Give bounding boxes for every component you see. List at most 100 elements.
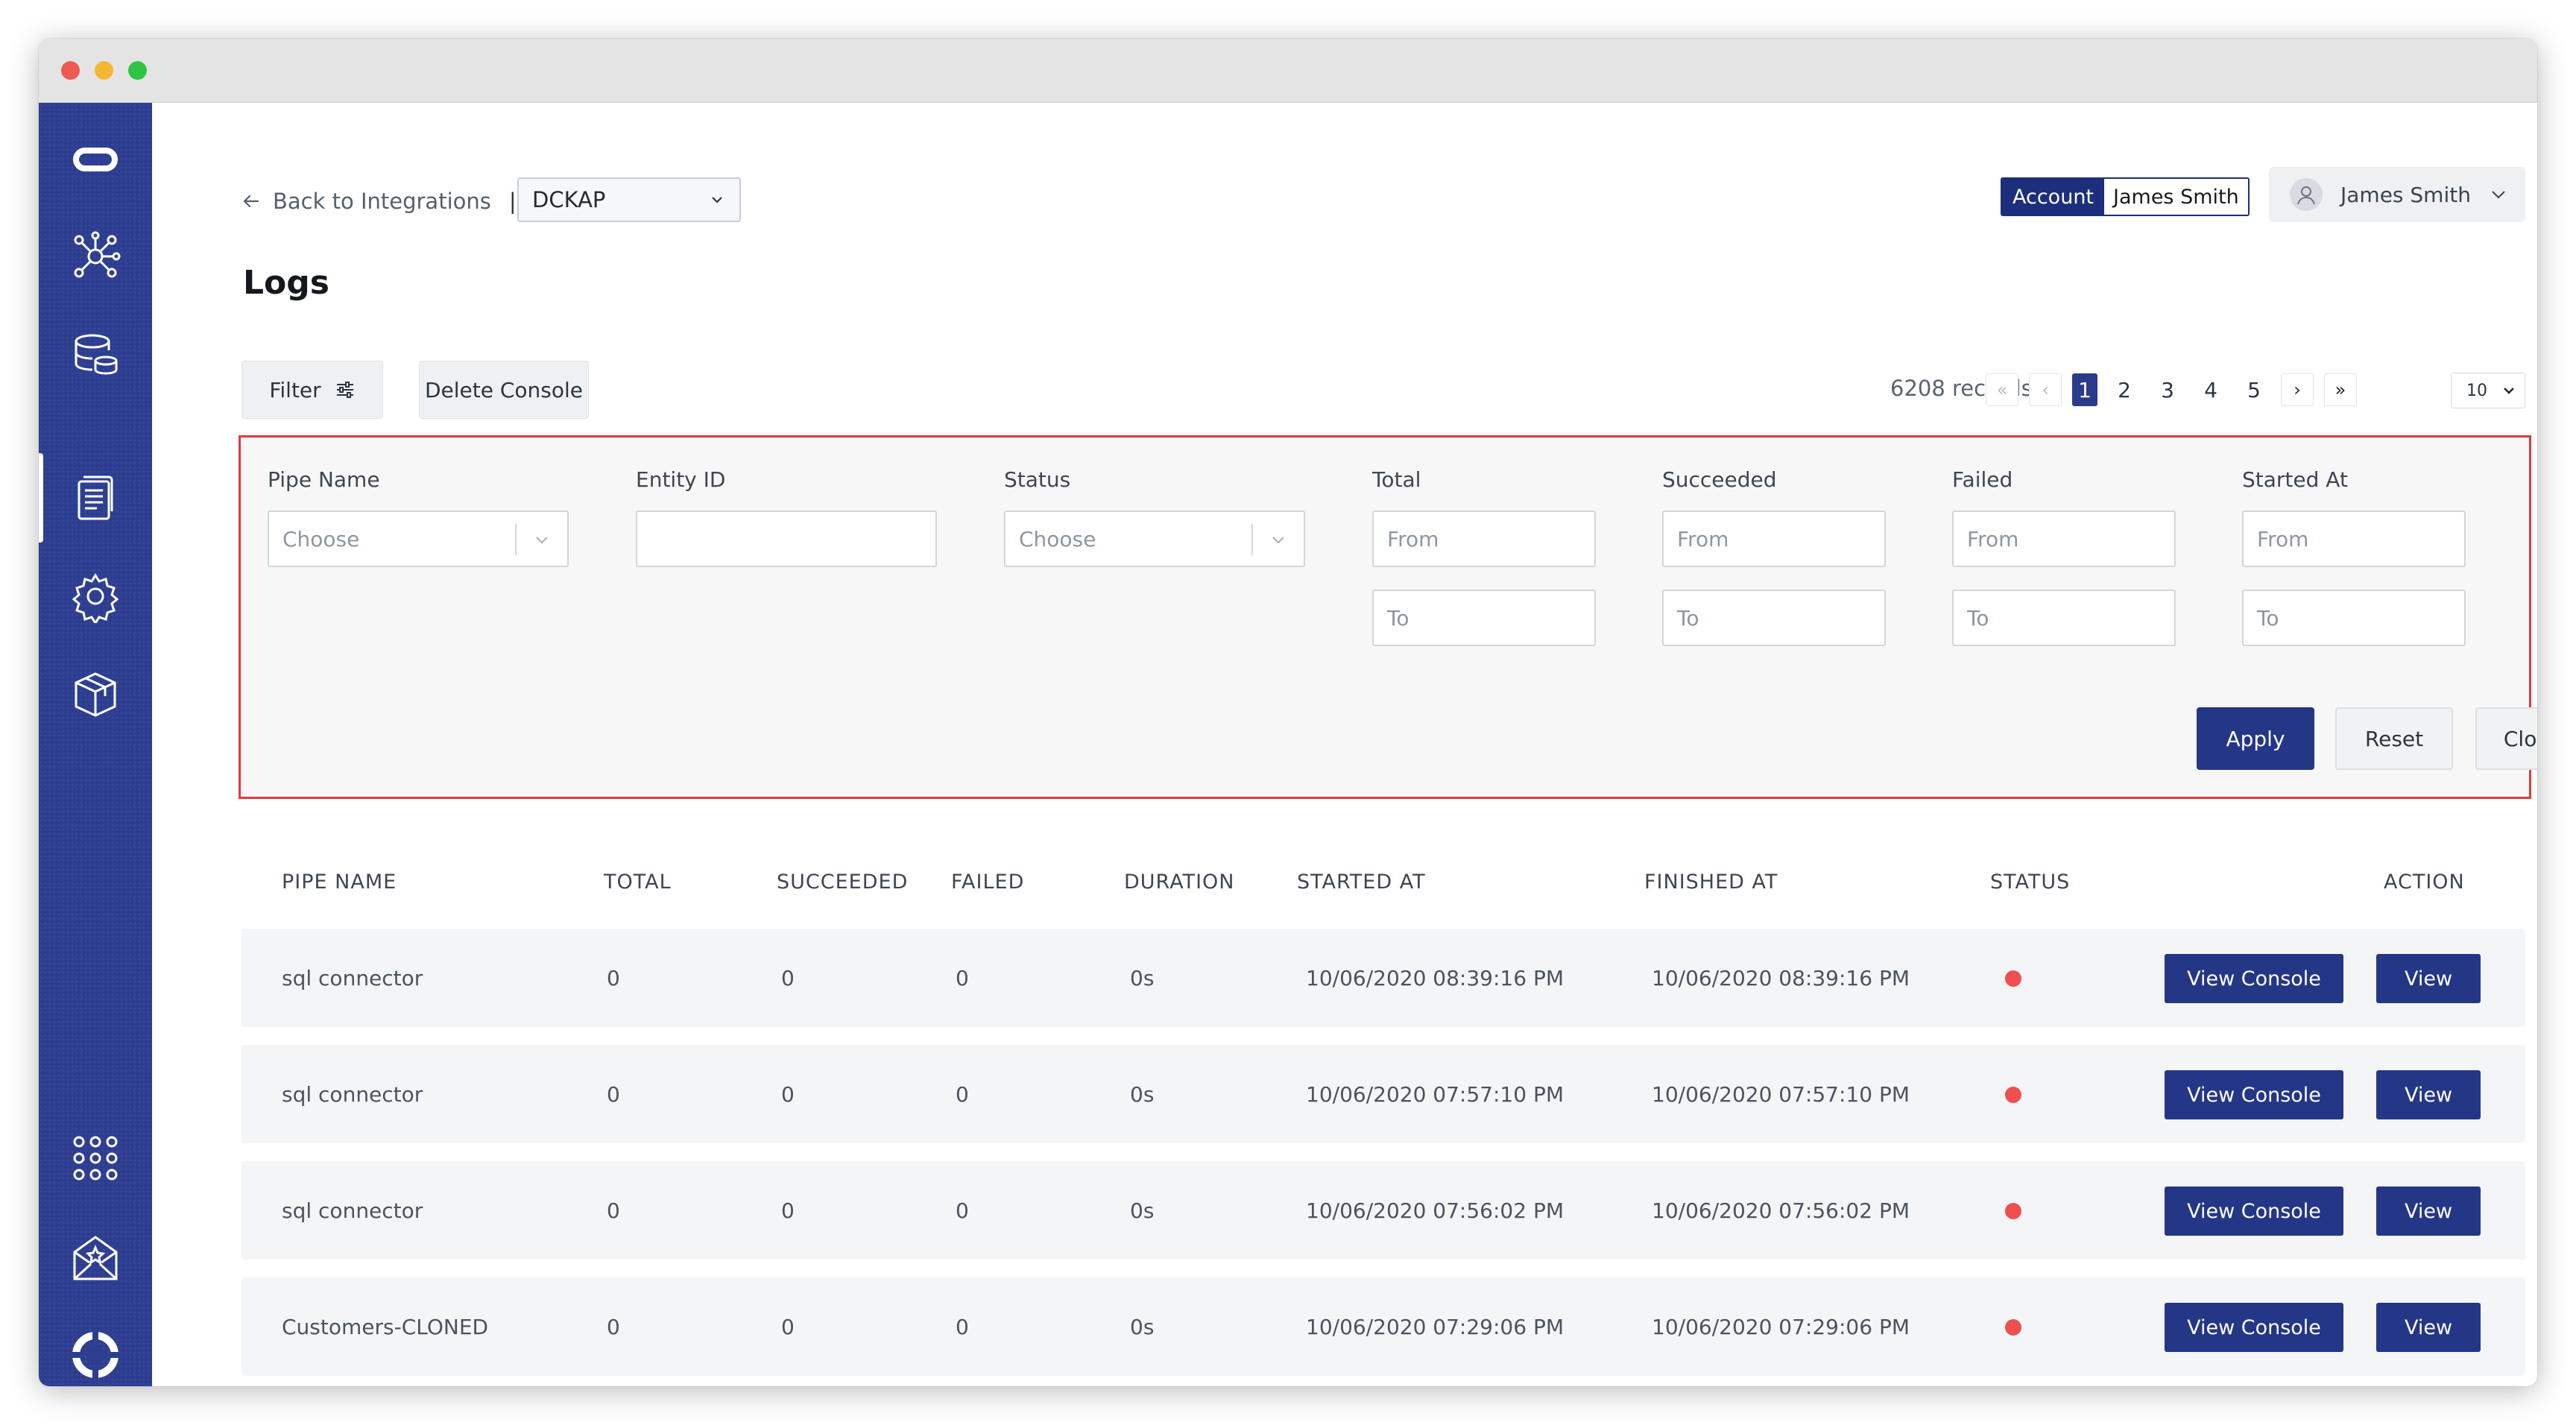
- back-link-label: Back to Integrations: [273, 189, 491, 214]
- next-page-button[interactable]: ›: [2281, 373, 2314, 406]
- total-to-input[interactable]: To: [1372, 590, 1596, 646]
- arrow-left-icon: [243, 195, 259, 208]
- failed-to-input[interactable]: To: [1952, 590, 2176, 646]
- select-divider: [1251, 524, 1253, 555]
- integration-select-value: DCKAP: [532, 187, 606, 212]
- table-row: Customers-CLONED 0 0 0 0s 10/06/2020 07:…: [242, 1277, 2525, 1376]
- col-succeeded: SUCCEEDED: [777, 871, 909, 894]
- user-menu[interactable]: James Smith: [2269, 167, 2525, 222]
- sidebar-active-indicator: [39, 453, 43, 543]
- cell-finished-at: 10/06/2020 08:39:16 PM: [1652, 966, 1910, 990]
- view-console-button[interactable]: View Console: [2165, 954, 2343, 1003]
- succeeded-from-input[interactable]: From: [1662, 511, 1886, 567]
- cell-pipe-name: sql connector: [282, 1198, 423, 1223]
- page-3-button[interactable]: 3: [2151, 373, 2184, 406]
- cell-finished-at: 10/06/2020 07:56:02 PM: [1652, 1198, 1910, 1223]
- view-button[interactable]: View: [2376, 1303, 2481, 1352]
- chevron-down-icon: [712, 197, 722, 203]
- database-icon[interactable]: [69, 328, 122, 382]
- select-divider: [515, 524, 517, 555]
- minimize-window-button[interactable]: [95, 61, 113, 80]
- close-filter-button[interactable]: Close: [2475, 707, 2537, 770]
- failed-from-input[interactable]: From: [1952, 511, 2176, 567]
- table-row: sql connector 0 0 0 0s 10/06/2020 08:39:…: [242, 929, 2525, 1027]
- cell-finished-at: 10/06/2020 07:57:10 PM: [1652, 1082, 1910, 1107]
- cell-finished-at: 10/06/2020 07:29:06 PM: [1652, 1315, 1910, 1339]
- apply-button[interactable]: Apply: [2197, 707, 2314, 770]
- total-from-input[interactable]: From: [1372, 511, 1596, 567]
- succeeded-to-input[interactable]: To: [1662, 590, 1886, 646]
- settings-icon[interactable]: [69, 569, 122, 623]
- view-console-button[interactable]: View Console: [2165, 1070, 2343, 1119]
- table-row: sql connector 0 0 0 0s 10/06/2020 07:56:…: [242, 1161, 2525, 1260]
- col-duration: DURATION: [1124, 871, 1235, 894]
- close-window-button[interactable]: [61, 61, 80, 80]
- cell-succeeded: 0: [781, 1198, 795, 1223]
- cell-failed: 0: [956, 1198, 969, 1223]
- last-page-button[interactable]: »: [2324, 373, 2357, 406]
- cell-total: 0: [607, 1315, 620, 1339]
- avatar: [2290, 178, 2323, 211]
- delete-console-button[interactable]: Delete Console: [419, 361, 589, 419]
- maximize-window-button[interactable]: [128, 61, 147, 80]
- view-button[interactable]: View: [2376, 1070, 2481, 1119]
- col-status: STATUS: [1990, 871, 2071, 894]
- col-failed: FAILED: [951, 871, 1025, 894]
- status-error-dot: [2005, 1087, 2021, 1103]
- sliders-icon: [336, 382, 353, 398]
- started-at-to-input[interactable]: To: [2242, 590, 2466, 646]
- view-button[interactable]: View: [2376, 954, 2481, 1003]
- cell-started-at: 10/06/2020 07:56:02 PM: [1306, 1198, 1564, 1223]
- col-pipe-name: PIPE NAME: [282, 871, 397, 894]
- cell-succeeded: 0: [781, 1315, 795, 1339]
- integration-select[interactable]: DCKAP: [517, 177, 741, 222]
- filter-button-label: Filter: [269, 377, 321, 402]
- sidebar: [39, 103, 152, 1386]
- status-placeholder: Choose: [1019, 526, 1096, 552]
- page-5-button[interactable]: 5: [2238, 373, 2270, 406]
- view-console-button[interactable]: View Console: [2165, 1303, 2343, 1352]
- reset-button[interactable]: Reset: [2335, 707, 2453, 770]
- cell-pipe-name: Customers-CLONED: [282, 1315, 489, 1339]
- cell-duration: 0s: [1130, 1082, 1155, 1107]
- table-header: PIPE NAME TOTAL SUCCEEDED FAILED DURATIO…: [242, 871, 2525, 908]
- filter-button[interactable]: Filter: [242, 361, 383, 419]
- page-4-button[interactable]: 4: [2194, 373, 2227, 406]
- cell-failed: 0: [956, 1082, 969, 1107]
- logs-icon[interactable]: [69, 471, 122, 525]
- account-toggle[interactable]: Account James Smith: [2001, 177, 2250, 216]
- mail-star-icon[interactable]: [69, 1231, 122, 1285]
- prev-page-button[interactable]: ‹: [2029, 373, 2062, 406]
- succeeded-label: Succeeded: [1662, 467, 1777, 492]
- apps-grid-icon[interactable]: [69, 1131, 122, 1185]
- account-toggle-account[interactable]: Account: [2002, 179, 2105, 215]
- back-to-integrations-link[interactable]: Back to Integrations |: [242, 186, 517, 216]
- view-console-button[interactable]: View Console: [2165, 1187, 2343, 1236]
- page-size-select[interactable]: 10: [2451, 373, 2525, 408]
- col-started-at: STARTED AT: [1297, 871, 1426, 894]
- account-toggle-user[interactable]: James Smith: [2104, 179, 2248, 215]
- page-2-button[interactable]: 2: [2108, 373, 2141, 406]
- entity-id-label: Entity ID: [636, 467, 726, 492]
- cell-started-at: 10/06/2020 07:29:06 PM: [1306, 1315, 1564, 1339]
- pipe-name-label: Pipe Name: [268, 467, 380, 492]
- package-icon[interactable]: [69, 668, 122, 721]
- entity-id-input[interactable]: [636, 511, 937, 567]
- view-button[interactable]: View: [2376, 1187, 2481, 1236]
- pipe-name-select[interactable]: Choose: [268, 511, 569, 567]
- total-label: Total: [1372, 467, 1421, 492]
- logo-icon[interactable]: [69, 133, 122, 186]
- started-at-from-input[interactable]: From: [2242, 511, 2466, 567]
- first-page-button[interactable]: «: [1986, 373, 2018, 406]
- cell-pipe-name: sql connector: [282, 966, 423, 990]
- page-1-button[interactable]: 1: [2072, 373, 2097, 406]
- table-row: sql connector 0 0 0 0s 10/06/2020 07:57:…: [242, 1045, 2525, 1143]
- status-select[interactable]: Choose: [1004, 511, 1305, 567]
- help-lifebuoy-icon[interactable]: [69, 1328, 122, 1382]
- cell-started-at: 10/06/2020 08:39:16 PM: [1306, 966, 1564, 990]
- chevron-down-icon: [536, 537, 548, 544]
- window-titlebar: [39, 39, 2537, 103]
- pipe-name-placeholder: Choose: [282, 526, 360, 552]
- network-icon[interactable]: [69, 230, 122, 283]
- col-finished-at: FINISHED AT: [1644, 871, 1778, 894]
